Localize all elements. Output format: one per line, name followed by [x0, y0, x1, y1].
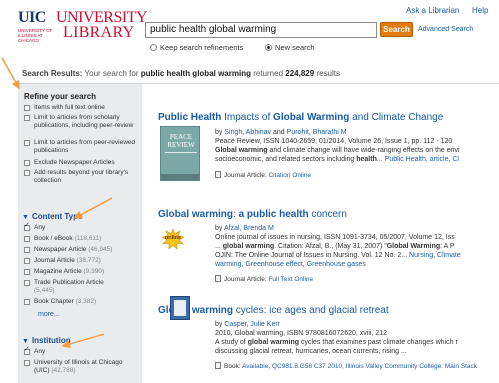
arrow-to-institution: [61, 333, 105, 349]
annotation-arrows: [1, 57, 113, 349]
arrow-to-content-type: [73, 197, 113, 219]
arrow-to-refine: [1, 57, 20, 90]
